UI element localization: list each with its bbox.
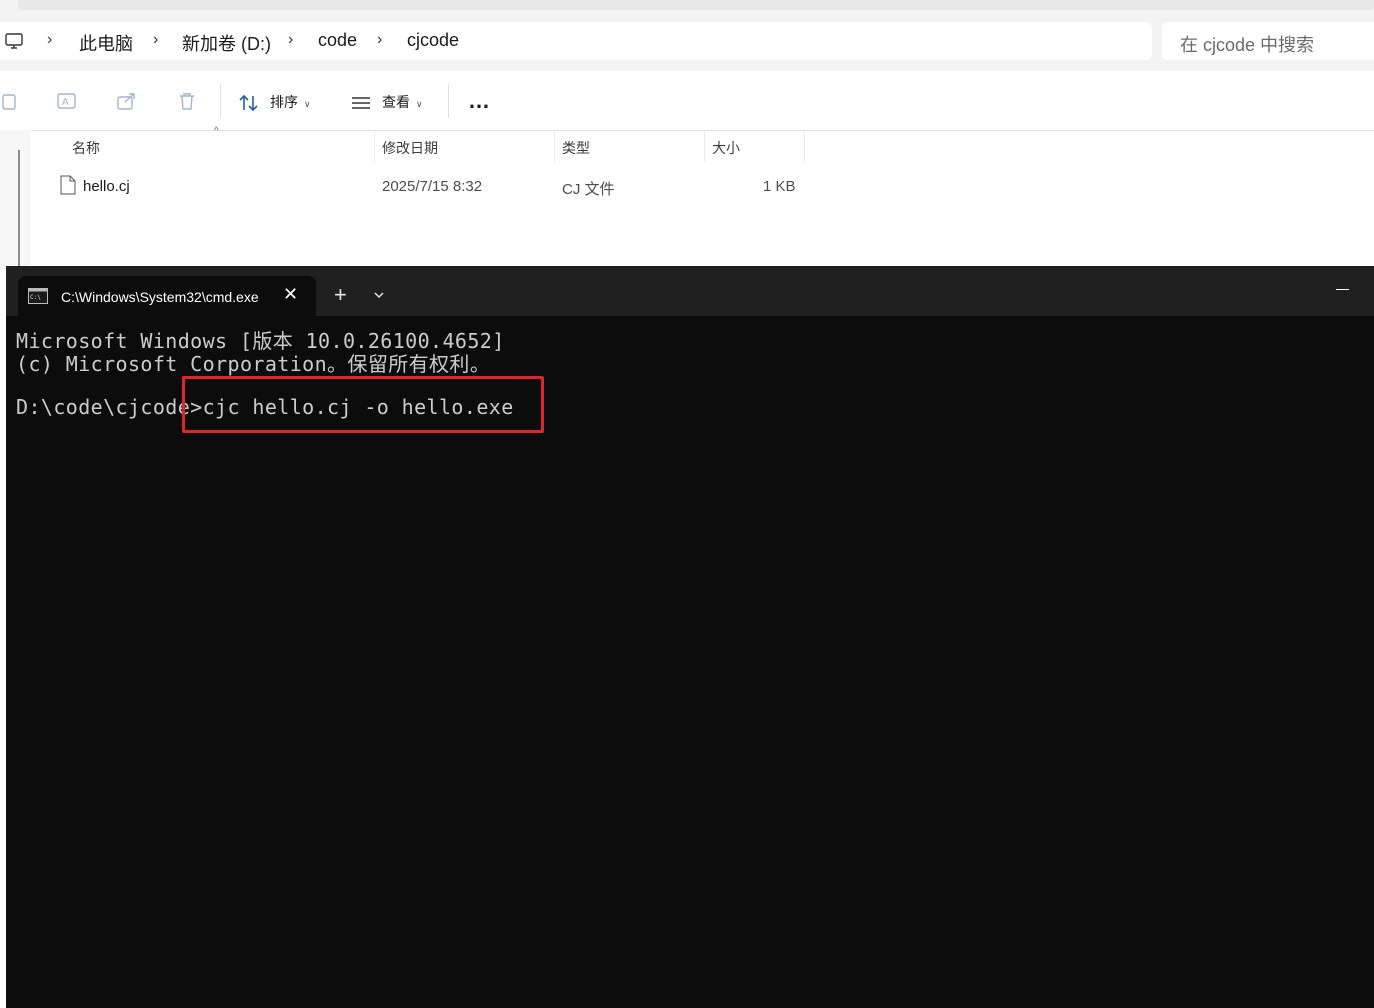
column-header-type[interactable]: 类型 <box>562 138 590 158</box>
file-type: CJ 文件 <box>562 181 615 198</box>
column-header-modified[interactable]: 修改日期 <box>382 138 438 158</box>
svg-text:C:\: C:\ <box>30 294 41 301</box>
rename-icon[interactable]: A <box>56 90 78 112</box>
svg-text:A: A <box>62 97 69 108</box>
column-header-name[interactable]: 名称 <box>72 138 100 158</box>
column-header-size[interactable]: 大小 <box>712 138 740 158</box>
new-tab-button[interactable]: + <box>334 282 347 308</box>
view-label: 查看 <box>382 94 410 110</box>
chevron-right-icon[interactable]: › <box>288 31 293 49</box>
file-size: 1 KB <box>763 178 796 195</box>
share-icon[interactable] <box>116 90 138 112</box>
view-icon[interactable] <box>350 92 372 114</box>
breadcrumb-this-pc[interactable]: 此电脑 <box>79 30 133 56</box>
nav-scrollbar[interactable] <box>18 150 20 270</box>
sort-button[interactable]: 排序 ∨ <box>270 92 311 112</box>
breadcrumb-drive-d[interactable]: 新加卷 (D:) <box>182 30 271 56</box>
terminal-tab-title: C:\Windows\System32\cmd.exe <box>61 289 259 305</box>
chevron-down-icon[interactable] <box>372 288 386 302</box>
view-button[interactable]: 查看 ∨ <box>382 92 423 112</box>
address-bar[interactable] <box>0 22 1152 60</box>
more-options-button[interactable]: … <box>468 88 491 114</box>
chevron-down-icon: ∨ <box>416 99 423 109</box>
command-bar: A 排序 ∨ 查看 ∨ … <box>0 72 1374 131</box>
breadcrumb-code[interactable]: code <box>318 30 357 51</box>
chevron-right-icon[interactable]: › <box>377 31 382 49</box>
delete-icon[interactable] <box>176 90 198 112</box>
search-placeholder: 在 cjcode 中搜索 <box>1180 35 1315 55</box>
sort-label: 排序 <box>270 94 298 110</box>
chevron-down-icon: ∨ <box>304 99 311 109</box>
chevron-right-icon[interactable]: › <box>47 31 52 49</box>
cmd-icon: C:\ <box>28 288 48 304</box>
sort-ascending-icon: ^ <box>214 126 219 137</box>
close-tab-icon[interactable]: ✕ <box>283 284 298 305</box>
file-name[interactable]: hello.cj <box>83 178 130 195</box>
title-strip <box>0 0 1374 16</box>
sort-icon[interactable] <box>238 92 260 114</box>
highlight-box <box>182 376 544 433</box>
file-modified: 2025/7/15 8:32 <box>382 178 483 195</box>
computer-icon <box>5 33 23 49</box>
terminal-line: (c) Microsoft Corporation。保留所有权利。 <box>16 352 491 376</box>
chevron-right-icon[interactable]: › <box>153 31 158 49</box>
breadcrumb-cjcode[interactable]: cjcode <box>407 30 459 51</box>
file-icon <box>60 175 76 195</box>
navigation-pane <box>0 130 30 270</box>
minimize-button[interactable] <box>1336 289 1349 290</box>
search-input[interactable]: 在 cjcode 中搜索 <box>1162 22 1374 60</box>
paste-icon[interactable] <box>0 90 22 112</box>
